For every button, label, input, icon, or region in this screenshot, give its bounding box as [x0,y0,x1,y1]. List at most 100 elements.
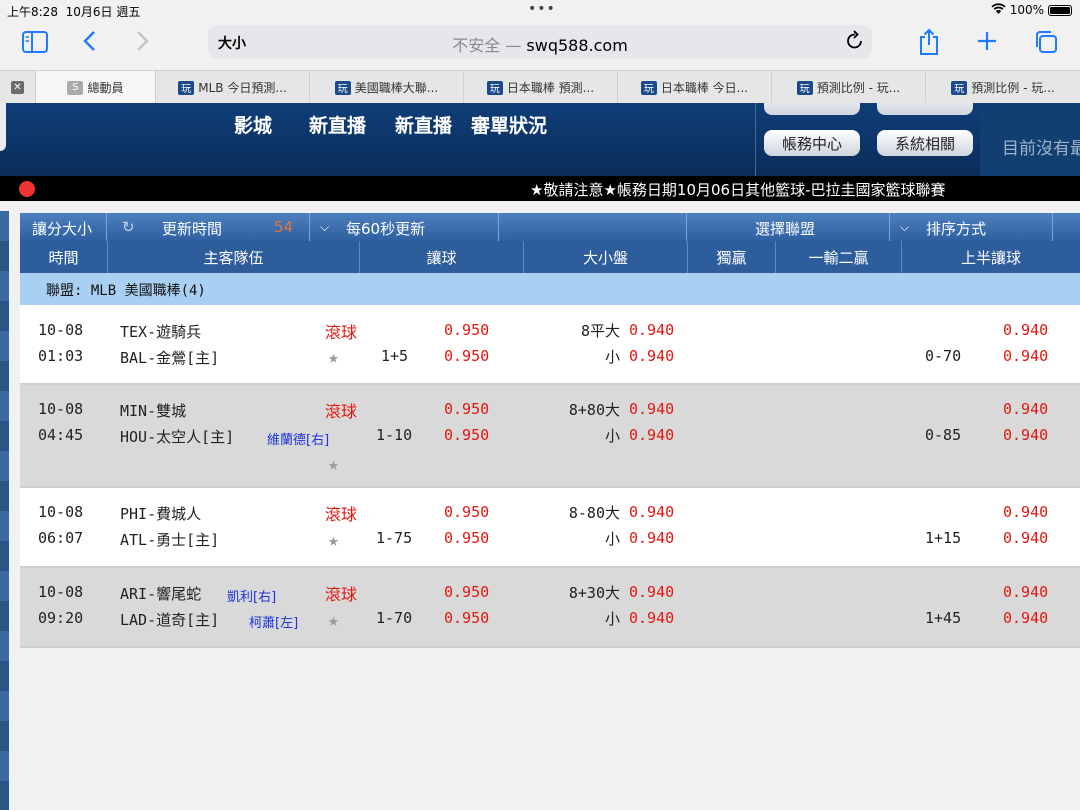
table-row: 10-08 04:45 MIN-雙城 HOU-太空人[主] 維蘭德[右] 滾球 … [20,385,1080,488]
menu-live-1[interactable]: 新直播 [309,111,366,138]
odds-value[interactable]: 0.950 [444,426,489,444]
odds-value[interactable]: 0.940 [629,347,674,365]
odds-toolbar: 讓分大小 ↻ 更新時間 54 ⌵ 每60秒更新 選擇聯盟 ⌵ 排序方式 [20,213,1080,241]
tab-1[interactable]: 玩 MLB 今日預測... [156,71,310,104]
odds-value[interactable]: 0.940 [629,529,674,547]
odds-value[interactable]: 0.940 [1003,503,1048,521]
select-league-button[interactable]: 選擇聯盟 [755,218,815,239]
back-icon[interactable] [82,30,96,59]
odds-value[interactable]: 0.950 [444,609,489,627]
home-pitcher: 柯蕭[左] [249,616,299,631]
header-left-edge [0,103,6,151]
odds-value[interactable]: 0.940 [1003,426,1048,444]
reload-icon[interactable] [846,30,864,55]
handicap-size-toggle[interactable]: 讓分大小 [32,218,92,239]
favicon-icon: 玩 [796,80,813,95]
chevron-down-icon[interactable]: ⌵ [900,220,909,235]
left-sidebar-strip[interactable] [0,211,9,810]
odds-value[interactable]: 0.940 [1003,609,1048,627]
odds-value[interactable]: 0.940 [629,321,674,339]
clipped-button-1[interactable] [764,103,860,115]
col-time: 時間 [20,241,108,273]
clipped-button-2[interactable] [877,103,973,115]
menu-order-status[interactable]: 審單狀況 [471,111,547,138]
site-content: 影城 新直播 新直播 審單狀況 帳務中心 系統相關 目前沒有最 ★敬請注意★帳務… [0,103,1080,810]
col-moneyline: 獨贏 [688,241,776,273]
live-badge[interactable]: 滾球 [325,581,357,605]
odds-value[interactable]: 0.940 [629,583,674,601]
tab-6[interactable]: 玩預測比例 - 玩... [926,71,1080,104]
home-team: LAD-道奇[主] [120,611,220,629]
home-team: BAL-金鶯[主] [120,349,220,367]
favicon-icon: 玩 [951,80,968,95]
share-icon[interactable] [918,28,940,63]
home-team: ATL-勇士[主] [120,531,220,549]
tab-5[interactable]: 玩預測比例 - 玩... [772,71,926,104]
half-line: 0-70 [925,347,962,365]
star-icon[interactable]: ★ [328,454,339,475]
tabs-overview-icon[interactable] [1034,30,1058,61]
away-team: MIN-雙城 [120,402,187,420]
new-tab-icon[interactable] [976,30,998,59]
star-icon[interactable]: ★ [328,347,339,368]
star-icon[interactable]: ★ [328,610,339,631]
favicon-icon: 玩 [178,80,195,95]
menu-cinema[interactable]: 影城 [234,111,272,138]
half-line: 0-85 [925,426,962,444]
table-row: 10-08 06:07 PHI-費城人 ATL-勇士[主] 滾球 ★ 1-75 … [20,488,1080,568]
tab-0[interactable]: S 總動員 [36,71,156,104]
league-header[interactable]: 聯盟: MLB 美國職棒(4) [20,273,1080,305]
browser-toolbar: 大小 不安全 — swq588.com [0,20,1080,68]
site-header: 影城 新直播 新直播 審單狀況 帳務中心 系統相關 目前沒有最 [0,103,1080,176]
battery-percent: 100% [1009,3,1044,17]
odds-value[interactable]: 0.950 [444,400,489,418]
sidebar-icon[interactable] [22,31,48,60]
close-tab-icon[interactable]: ✕ [0,71,36,104]
odds-value[interactable]: 0.940 [1003,347,1048,365]
live-badge[interactable]: 滾球 [325,398,357,422]
col-total: 大小盤 [524,241,688,273]
favicon-icon: 玩 [640,80,657,95]
star-icon[interactable]: ★ [328,530,339,551]
odds-value[interactable]: 0.950 [444,321,489,339]
odds-value[interactable]: 0.940 [1003,321,1048,339]
odds-value[interactable]: 0.950 [444,347,489,365]
odds-value[interactable]: 0.940 [629,426,674,444]
odds-value[interactable]: 0.940 [1003,583,1048,601]
live-badge[interactable]: 滾球 [325,319,357,343]
multitask-dots[interactable]: ••• [528,1,556,17]
wifi-icon [991,3,1006,17]
no-notice-text: 目前沒有最 [1002,139,1080,159]
handicap-line: 1-10 [376,426,413,444]
system-button[interactable]: 系統相關 [877,130,973,156]
tab-3[interactable]: 玩日本職棒 預測... [464,71,618,104]
menu-live-2[interactable]: 新直播 [395,111,452,138]
forward-icon[interactable] [136,30,150,59]
refresh-icon[interactable]: ↻ [122,218,135,236]
favicon-icon: S [67,80,84,95]
odds-value[interactable]: 0.940 [629,609,674,627]
odds-value[interactable]: 0.950 [444,529,489,547]
update-time-label: 更新時間 [162,220,223,238]
live-badge[interactable]: 滾球 [325,501,357,525]
announcement-icon [19,181,35,197]
odds-value[interactable]: 0.940 [1003,529,1048,547]
address-bar[interactable]: 大小 不安全 — swq588.com [208,25,872,59]
sort-select[interactable]: 排序方式 [926,218,986,239]
odds-value[interactable]: 0.940 [629,400,674,418]
tab-4[interactable]: 玩日本職棒 今日... [618,71,772,104]
table-row: 10-08 01:03 TEX-遊騎兵 BAL-金鶯[主] 滾球 ★ 1+5 0… [20,305,1080,385]
odds-value[interactable]: 0.950 [444,583,489,601]
auto-refresh-select[interactable]: 每60秒更新 [346,218,425,239]
odds-value[interactable]: 0.940 [629,503,674,521]
chevron-down-icon[interactable]: ⌵ [320,220,329,235]
ticker-text: ★敬請注意★帳務日期10月06日其他籃球-巴拉圭國家籃球聯賽 [530,181,946,199]
tab-2[interactable]: 玩美國職棒大聯... [310,71,464,104]
col-first-half: 上半讓球 [960,248,1021,267]
odds-value[interactable]: 0.940 [1003,400,1048,418]
url-text[interactable]: 不安全 — swq588.com [208,32,872,56]
odds-value[interactable]: 0.950 [444,503,489,521]
col-handicap: 讓球 [360,241,524,273]
browser-tab-bar: ✕ S 總動員 玩 MLB 今日預測... 玩美國職棒大聯... 玩日本職棒 預測.… [0,70,1080,104]
account-center-button[interactable]: 帳務中心 [764,130,860,156]
